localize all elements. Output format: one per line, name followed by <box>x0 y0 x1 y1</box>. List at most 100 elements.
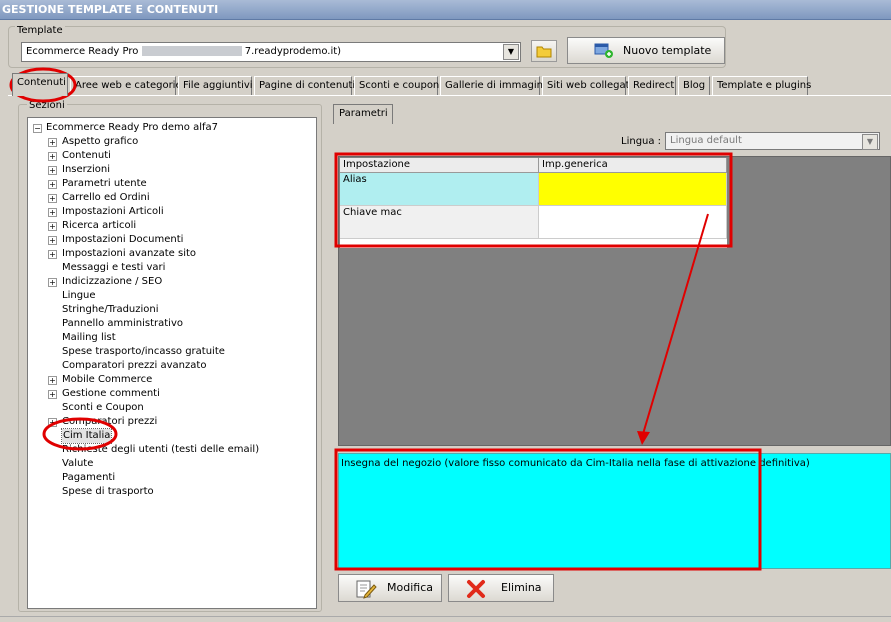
expand-icon[interactable]: + <box>48 166 57 175</box>
tree-item-label: Richieste degli utenti (testi delle emai… <box>62 444 260 455</box>
tree-item-label: Aspetto grafico <box>62 136 139 147</box>
expand-icon[interactable]: + <box>48 222 57 231</box>
sidebar-item-spese-trasporto-incasso-gratuite[interactable]: Spese trasporto/incasso gratuite <box>28 345 316 359</box>
expand-icon[interactable]: + <box>48 180 57 189</box>
expand-icon[interactable]: + <box>48 376 57 385</box>
sidebar-item-indicizzazione-seo[interactable]: + Indicizzazione / SEO <box>28 275 316 289</box>
tree-item-label: Lingue <box>62 290 96 301</box>
sidebar-item-impostazioni-documenti[interactable]: + Impostazioni Documenti <box>28 233 316 247</box>
expand-icon[interactable]: + <box>48 152 57 161</box>
column-header-imp-generica[interactable]: Imp.generica <box>539 158 727 172</box>
sidebar-item-richieste-degli-utenti-testi-delle-email[interactable]: Richieste degli utenti (testi delle emai… <box>28 443 316 457</box>
tree-root[interactable]: − Ecommerce Ready Pro demo alfa7 <box>28 121 316 135</box>
sidebar-item-cim-italia[interactable]: Cim Italia <box>28 428 316 444</box>
tab-file-aggiuntivi[interactable]: File aggiuntivi <box>178 76 253 96</box>
sidebar-item-pagamenti[interactable]: Pagamenti <box>28 471 316 485</box>
expand-icon[interactable]: + <box>48 278 57 287</box>
sidebar-item-messaggi-e-testi-vari[interactable]: Messaggi e testi vari <box>28 261 316 275</box>
sections-label: Sezioni <box>27 100 67 111</box>
row-name-alias: Alias <box>340 173 539 205</box>
table-row[interactable]: Chiave mac <box>340 206 727 239</box>
template-select-prefix: Ecommerce Ready Pro <box>26 46 139 57</box>
tab-aree-web[interactable]: Aree web e categorie <box>70 76 182 96</box>
tree-item-label: Mailing list <box>62 332 116 343</box>
tab-blog[interactable]: Blog <box>678 76 710 96</box>
lingua-label: Lingua : <box>621 136 662 147</box>
sidebar-item-stringhe-traduzioni[interactable]: Stringhe/Traduzioni <box>28 303 316 317</box>
tab-divider <box>8 95 891 96</box>
edit-icon <box>356 580 377 599</box>
expand-icon[interactable]: + <box>48 418 57 427</box>
redacted-text <box>141 46 242 56</box>
sidebar-item-comparatori-prezzi[interactable]: + Comparatori prezzi <box>28 415 316 429</box>
sidebar-item-impostazioni-avanzate-sito[interactable]: + Impostazioni avanzate sito <box>28 247 316 261</box>
expand-icon[interactable]: + <box>48 236 57 245</box>
collapse-icon[interactable]: − <box>33 124 42 133</box>
new-template-button[interactable]: Nuovo template <box>567 37 725 64</box>
tab-sconti-coupon[interactable]: Sconti e coupon <box>354 76 439 96</box>
template-group: Template Ecommerce Ready Pro 7.readyprod… <box>8 25 726 68</box>
params-panel: Parametri Lingua : Lingua default ▼ Impo… <box>328 104 891 612</box>
modify-button[interactable]: Modifica <box>338 574 442 602</box>
sidebar-item-sconti-e-coupon[interactable]: Sconti e Coupon <box>28 401 316 415</box>
expand-icon[interactable]: + <box>48 194 57 203</box>
tab-redirect[interactable]: Redirect <box>628 76 676 96</box>
sidebar-item-parametri-utente[interactable]: + Parametri utente <box>28 177 316 191</box>
sidebar-item-inserzioni[interactable]: + Inserzioni <box>28 163 316 177</box>
row-value-chiave-mac[interactable] <box>539 206 727 238</box>
tree-item-label: Cim Italia <box>60 428 113 444</box>
sidebar-item-mobile-commerce[interactable]: + Mobile Commerce <box>28 373 316 387</box>
sidebar-item-pannello-amministrativo[interactable]: Pannello amministrativo <box>28 317 316 331</box>
tree-item-label: Mobile Commerce <box>62 374 153 385</box>
sidebar-item-ricerca-articoli[interactable]: + Ricerca articoli <box>28 219 316 233</box>
tree-item-label: Gestione commenti <box>62 388 160 399</box>
tree-item-label: Comparatori prezzi avanzato <box>62 360 207 371</box>
sidebar-item-lingue[interactable]: Lingue <box>28 289 316 303</box>
sections-panel: Sezioni − Ecommerce Ready Pro demo alfa7… <box>18 100 322 612</box>
sidebar-item-comparatori-prezzi-avanzato[interactable]: Comparatori prezzi avanzato <box>28 359 316 373</box>
sidebar-item-carrello-ed-ordini[interactable]: + Carrello ed Ordini <box>28 191 316 205</box>
sections-tree[interactable]: − Ecommerce Ready Pro demo alfa7 + Aspett… <box>27 117 317 609</box>
delete-button[interactable]: Elimina <box>448 574 554 602</box>
sidebar-item-gestione-commenti[interactable]: + Gestione commenti <box>28 387 316 401</box>
tab-template-plugins[interactable]: Template e plugins <box>712 76 811 96</box>
lingua-select[interactable]: Lingua default ▼ <box>665 132 880 150</box>
new-template-icon <box>594 43 613 58</box>
tree-item-label: Messaggi e testi vari <box>62 262 166 273</box>
tree-root-label: Ecommerce Ready Pro demo alfa7 <box>46 122 219 133</box>
chevron-down-icon[interactable]: ▼ <box>862 134 878 150</box>
main-tabs: Contenuti Aree web e categorie File aggi… <box>10 73 880 96</box>
tree-item-label: Valute <box>62 458 94 469</box>
sidebar-item-aspetto-grafico[interactable]: + Aspetto grafico <box>28 135 316 149</box>
delete-label: Elimina <box>501 581 542 594</box>
column-header-impostazione[interactable]: Impostazione <box>340 158 539 172</box>
expand-icon[interactable]: + <box>48 390 57 399</box>
tree-item-label: Carrello ed Ordini <box>62 192 150 203</box>
tab-gallerie-immagini[interactable]: Gallerie di immagini <box>440 76 546 96</box>
sidebar-item-valute[interactable]: Valute <box>28 457 316 471</box>
tree-item-label: Impostazioni avanzate sito <box>62 248 197 259</box>
tree-item-label: Sconti e Coupon <box>62 402 144 413</box>
template-select[interactable]: Ecommerce Ready Pro 7.readyprodemo.it) ▼ <box>21 42 521 62</box>
params-grid: Impostazione Imp.generica Alias Chiave m… <box>340 158 727 248</box>
tree-item-label: Indicizzazione / SEO <box>62 276 163 287</box>
sidebar-item-contenuti[interactable]: + Contenuti <box>28 149 316 163</box>
expand-icon[interactable]: + <box>48 138 57 147</box>
table-row[interactable]: Alias <box>340 173 727 206</box>
sidebar-item-mailing-list[interactable]: Mailing list <box>28 331 316 345</box>
sidebar-item-impostazioni-articoli[interactable]: + Impostazioni Articoli <box>28 205 316 219</box>
tab-pagine-contenuti[interactable]: Pagine di contenuti <box>254 76 355 96</box>
open-folder-button[interactable] <box>531 40 557 62</box>
row-value-alias[interactable] <box>539 173 727 205</box>
sidebar-item-spese-di-trasporto[interactable]: Spese di trasporto <box>28 485 316 499</box>
expand-icon[interactable]: + <box>48 250 57 259</box>
chevron-down-icon[interactable]: ▼ <box>503 44 519 60</box>
tab-siti-web-collegati[interactable]: Siti web collegati <box>542 76 632 96</box>
expand-icon[interactable]: + <box>48 208 57 217</box>
tree-item-label: Ricerca articoli <box>62 220 137 231</box>
grid-header: Impostazione Imp.generica <box>340 158 727 173</box>
tree-item-label: Stringhe/Traduzioni <box>62 304 159 315</box>
tab-parametri[interactable]: Parametri <box>333 104 393 124</box>
tab-contenuti[interactable]: Contenuti <box>12 73 68 96</box>
window-title: GESTIONE TEMPLATE E CONTENUTI <box>0 0 891 20</box>
